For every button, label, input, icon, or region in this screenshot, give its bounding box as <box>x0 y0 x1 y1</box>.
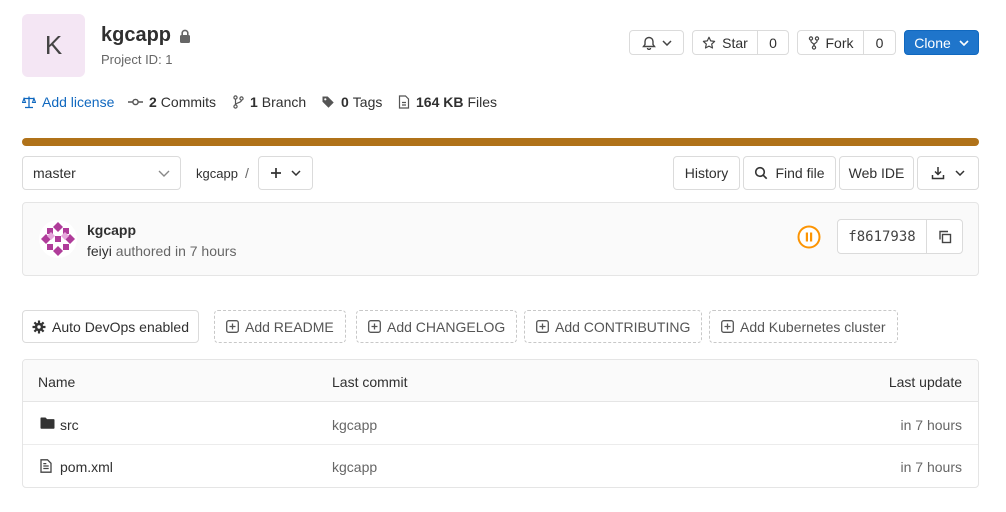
plus-square-icon <box>368 320 381 333</box>
fork-count[interactable]: 0 <box>863 30 896 55</box>
star-button[interactable]: Star <box>692 30 758 55</box>
file-last-commit[interactable]: kgcapp <box>332 417 377 433</box>
branch-icon <box>233 95 244 109</box>
copy-icon <box>938 230 952 244</box>
tags-link[interactable]: 0 Tags <box>321 94 382 110</box>
file-table-header: Name Last commit Last update <box>23 360 978 402</box>
column-header-last-commit: Last commit <box>332 374 408 390</box>
add-changelog-button[interactable]: Add CHANGELOG <box>356 310 518 343</box>
file-last-commit[interactable]: kgcapp <box>332 459 377 475</box>
file-last-update: in 7 hours <box>900 417 962 433</box>
repository-language-bar <box>22 138 979 146</box>
add-kubernetes-cluster-button[interactable]: Add Kubernetes cluster <box>709 310 898 343</box>
download-icon <box>931 166 945 180</box>
plus-square-icon <box>536 320 549 333</box>
chevron-down-icon <box>291 170 301 176</box>
clone-dropdown[interactable]: Clone <box>904 30 979 55</box>
chevron-down-icon <box>158 170 170 177</box>
column-header-name: Name <box>38 374 76 390</box>
commit-icon <box>128 97 143 107</box>
branches-link[interactable]: 1 Branch <box>233 94 306 110</box>
table-row[interactable]: pom.xml kgcapp in 7 hours <box>23 446 978 487</box>
file-size-icon <box>398 95 410 109</box>
plus-square-icon <box>226 320 239 333</box>
folder-icon <box>40 417 55 429</box>
branch-name: master <box>33 165 76 181</box>
project-avatar[interactable]: K <box>22 14 85 77</box>
bell-icon <box>641 36 656 50</box>
tags-count: 0 <box>341 94 349 110</box>
clone-label: Clone <box>914 34 951 51</box>
star-label: Star <box>722 34 748 51</box>
project-id: Project ID: 1 <box>101 52 173 67</box>
add-to-tree-dropdown[interactable] <box>258 156 313 190</box>
chevron-down-icon <box>959 39 969 46</box>
tags-label: Tags <box>352 94 383 110</box>
commit-author[interactable]: feiyi <box>87 243 112 259</box>
files-label: Files <box>467 94 498 110</box>
branch-selector[interactable]: master <box>22 156 181 190</box>
scale-icon <box>22 95 36 109</box>
star-count[interactable]: 0 <box>757 30 789 55</box>
file-last-update: in 7 hours <box>900 459 962 475</box>
file-icon <box>40 459 52 473</box>
search-icon <box>754 166 768 180</box>
author-avatar[interactable] <box>39 220 77 258</box>
notifications-dropdown[interactable] <box>629 30 684 55</box>
commits-link[interactable]: 2 Commits <box>128 94 216 110</box>
table-row[interactable]: src kgcapp in 7 hours <box>23 403 978 445</box>
commit-authored-time: authored in 7 hours <box>115 243 237 259</box>
files-link[interactable]: 164 KB Files <box>398 94 497 110</box>
file-name[interactable]: src <box>60 417 79 433</box>
pipeline-status-icon[interactable] <box>797 225 821 249</box>
commits-label: Commits <box>160 94 217 110</box>
history-button[interactable]: History <box>673 156 740 190</box>
fork-label: Fork <box>825 34 854 51</box>
branch-label: Branch <box>261 94 307 110</box>
commit-sha[interactable]: f8617938 <box>837 219 927 254</box>
fork-icon <box>808 35 820 50</box>
lock-icon <box>179 29 191 43</box>
web-ide-button[interactable]: Web IDE <box>839 156 914 190</box>
star-icon <box>702 36 716 50</box>
add-license-link[interactable]: Add license <box>22 94 114 110</box>
add-readme-button[interactable]: Add README <box>214 310 346 343</box>
gear-icon <box>32 320 46 334</box>
breadcrumb-root[interactable]: kgcapp <box>196 166 238 181</box>
chevron-down-icon <box>661 39 672 46</box>
plus-square-icon <box>721 320 734 333</box>
commits-count: 2 <box>149 94 157 110</box>
column-header-last-update: Last update <box>888 374 962 390</box>
plus-icon <box>270 167 282 179</box>
breadcrumb-separator: / <box>245 165 249 181</box>
project-title[interactable]: kgcapp <box>101 24 171 47</box>
copy-sha-button[interactable] <box>926 219 963 254</box>
auto-devops-button[interactable]: Auto DevOps enabled <box>22 310 199 343</box>
language-bar-fill[interactable] <box>22 138 979 146</box>
file-name[interactable]: pom.xml <box>60 459 113 475</box>
last-commit-panel: kgcapp feiyi authored in 7 hours f861793… <box>22 202 979 276</box>
fork-button[interactable]: Fork <box>797 30 864 55</box>
branch-count: 1 <box>250 94 258 110</box>
add-contributing-button[interactable]: Add CONTRIBUTING <box>524 310 703 343</box>
files-size: 164 KB <box>416 94 464 110</box>
chevron-down-icon <box>955 170 965 176</box>
tag-icon <box>321 95 335 109</box>
find-file-button[interactable]: Find file <box>743 156 836 190</box>
commit-title[interactable]: kgcapp <box>87 222 136 238</box>
download-dropdown[interactable] <box>917 156 979 190</box>
project-avatar-letter: K <box>44 30 63 60</box>
